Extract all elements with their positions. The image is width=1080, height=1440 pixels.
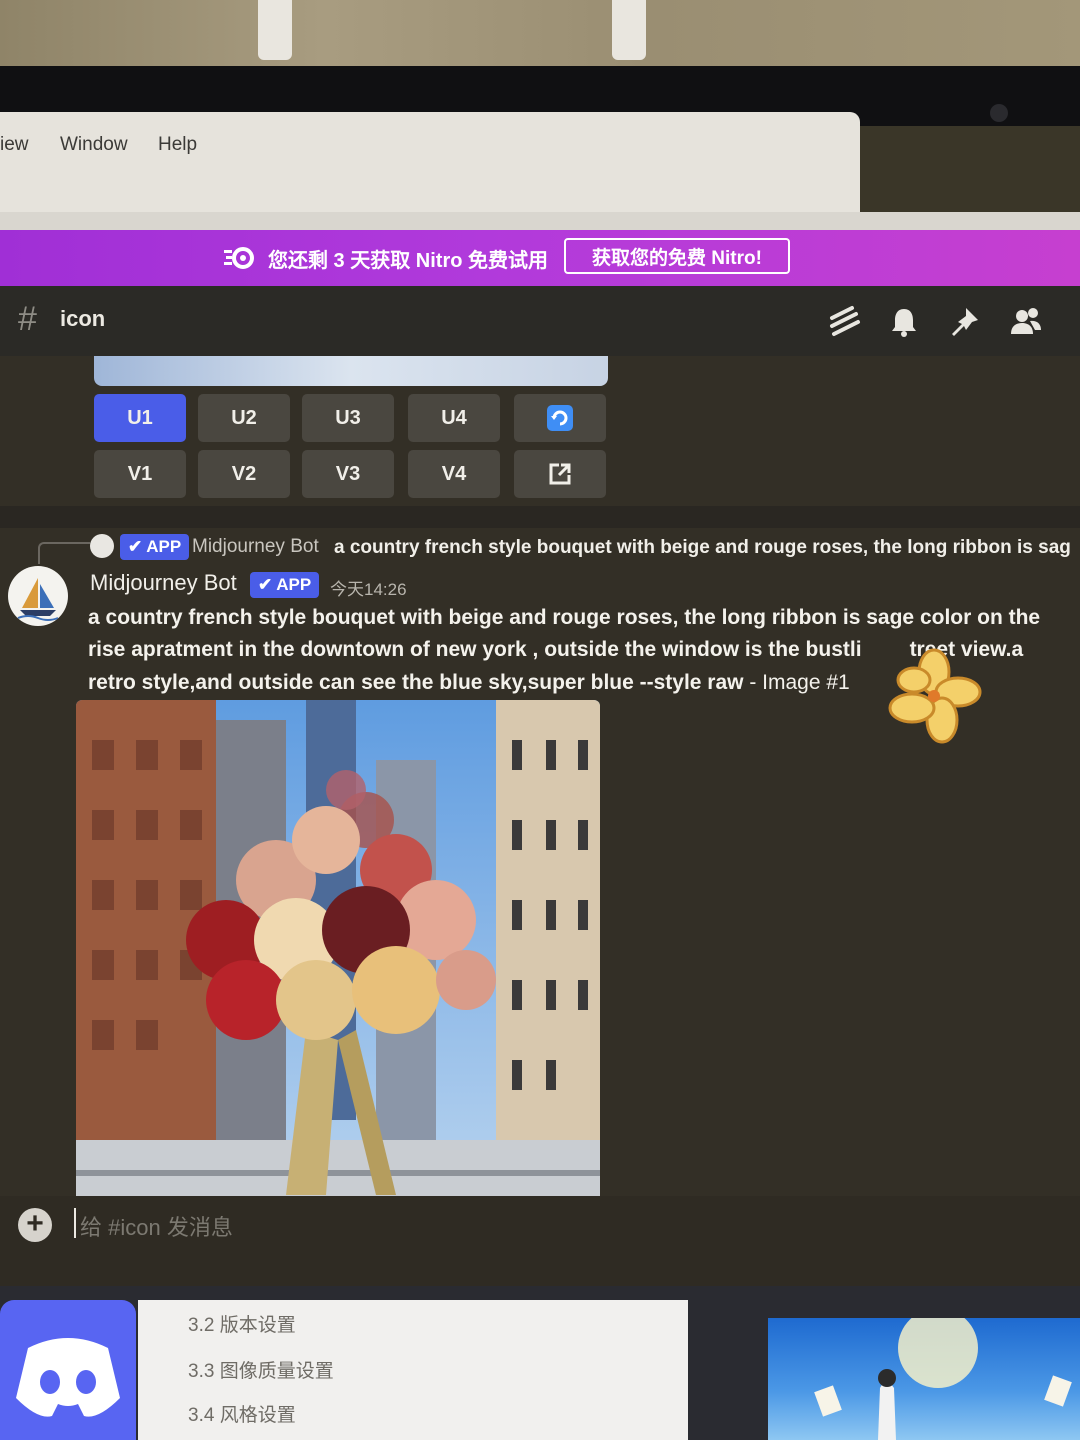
upscale-u2-button[interactable]: U2 <box>198 394 290 442</box>
flower-sticker-icon <box>888 648 982 744</box>
channel-header: # icon <box>0 286 1080 356</box>
refresh-icon <box>547 405 573 431</box>
external-link-icon <box>549 463 571 485</box>
app-badge-label: APP <box>276 575 312 594</box>
discord-app-tile[interactable] <box>0 1300 136 1440</box>
background-wall <box>0 0 1080 70</box>
message-line-3-text: retro style,and outside can see the blue… <box>88 671 744 694</box>
wall-pipe <box>258 0 292 60</box>
variation-v4-button[interactable]: V4 <box>408 450 500 498</box>
channel-name: icon <box>60 306 106 331</box>
variation-v1-button[interactable]: V1 <box>94 450 186 498</box>
upscale-u1-button[interactable]: U1 <box>94 394 186 442</box>
reply-author[interactable]: Midjourney Bot <box>192 536 319 558</box>
menu-view[interactable]: iew <box>0 134 29 156</box>
menu-window[interactable]: Window <box>60 134 128 156</box>
previous-image[interactable] <box>94 356 608 386</box>
hashtag-icon: # <box>18 300 37 338</box>
reply-badge-label: APP <box>146 537 182 556</box>
add-attachment-button[interactable]: + <box>18 1208 52 1242</box>
generated-image[interactable] <box>76 700 600 1208</box>
doc-item-version[interactable]: 3.2 版本设置 <box>188 1310 296 1337</box>
illustration-image <box>814 1318 1072 1440</box>
message-line-3: retro style,and outside can see the blue… <box>88 671 850 695</box>
members-icon[interactable] <box>1006 302 1046 342</box>
doc-item-quality[interactable]: 3.3 图像质量设置 <box>188 1356 334 1383</box>
app-menubar: iew Window Help <box>0 112 860 212</box>
message-line-2-text: rise apratment in the downtown of new yo… <box>88 638 862 661</box>
open-web-button[interactable] <box>514 450 606 498</box>
get-nitro-button[interactable]: 获取您的免费 Nitro! <box>564 238 790 274</box>
message-line-1: a country french style bouquet with beig… <box>88 606 1041 629</box>
camera-icon <box>990 104 1008 122</box>
bell-icon[interactable] <box>884 302 924 342</box>
nitro-message: 您还剩 3 天获取 Nitro 免费试用 <box>268 250 549 272</box>
nitro-promo-bar: 您还剩 3 天获取 Nitro 免费试用 获取您的免费 Nitro! <box>0 230 1080 286</box>
message-input[interactable]: 给 #icon 发消息 <box>80 1210 233 1242</box>
document-panel: 3.2 版本设置 3.3 图像质量设置 3.4 风格设置 <box>138 1300 688 1440</box>
text-caret <box>74 1208 76 1238</box>
threads-icon[interactable] <box>824 302 864 342</box>
illustration-thumbnail[interactable] <box>768 1318 1080 1440</box>
variation-v3-button[interactable]: V3 <box>302 450 394 498</box>
reply-avatar[interactable] <box>90 534 114 558</box>
pin-icon[interactable] <box>944 302 984 342</box>
avatar[interactable] <box>8 566 68 626</box>
upscale-u4-button[interactable]: U4 <box>408 394 500 442</box>
reply-connector <box>38 542 90 564</box>
nitro-icon <box>224 247 254 269</box>
reply-app-badge: ✔ APP <box>120 534 190 560</box>
bottom-area: 3.2 版本设置 3.3 图像质量设置 3.4 风格设置 <box>0 1286 1080 1440</box>
message-composer: + 给 #icon 发消息 <box>0 1196 1080 1286</box>
wall-pipe <box>612 0 646 60</box>
chat-area: U1 U2 U3 U4 V1 V2 V3 V4 ✔ APP Midjourney … <box>0 356 1080 1430</box>
app-badge: ✔ APP <box>250 572 320 598</box>
discord-logo-icon <box>16 1338 120 1417</box>
doc-item-style[interactable]: 3.4 风格设置 <box>188 1400 296 1427</box>
message-author[interactable]: Midjourney Bot <box>90 570 237 596</box>
message-timestamp: 今天14:26 <box>330 580 407 599</box>
bouquet-image <box>76 700 600 1208</box>
message-line-2: rise apratment in the downtown of new yo… <box>88 638 1023 662</box>
check-icon: ✔ <box>258 575 273 594</box>
reply-text[interactable]: a country french style bouquet with beig… <box>334 537 1071 559</box>
sailboat-icon <box>17 578 59 621</box>
message-divider <box>0 506 1080 528</box>
menu-help[interactable]: Help <box>158 134 197 156</box>
reroll-button[interactable] <box>514 394 606 442</box>
image-number: - Image #1 <box>743 671 850 694</box>
window-chrome <box>0 212 1080 232</box>
check-icon: ✔ <box>128 537 143 556</box>
upscale-u3-button[interactable]: U3 <box>302 394 394 442</box>
variation-v2-button[interactable]: V2 <box>198 450 290 498</box>
